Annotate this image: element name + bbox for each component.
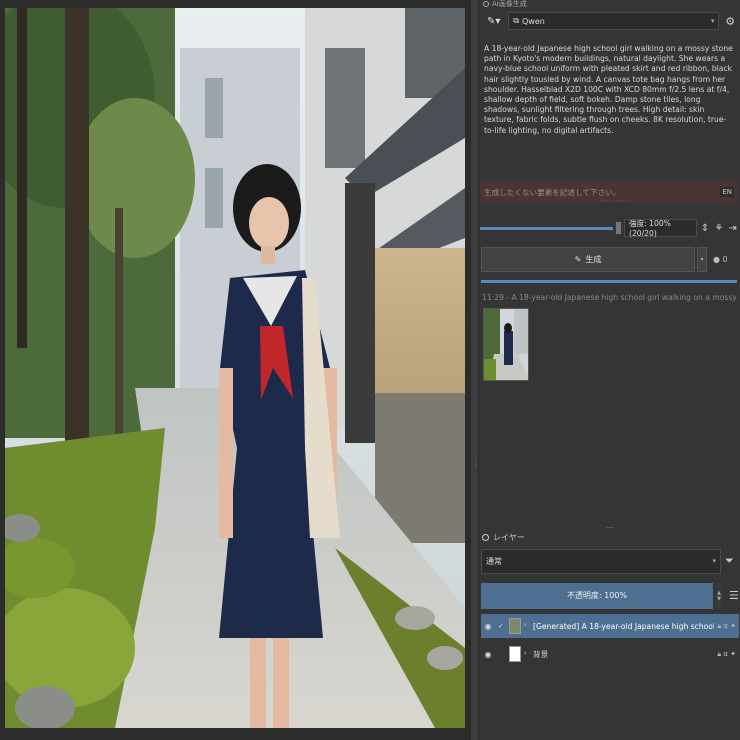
generated-image [5,8,465,728]
model-select-value: Qwen [522,16,545,26]
blend-row: 通常 ▾ ⏷ [481,548,739,574]
history-thumbnail[interactable] [483,308,529,381]
layer-thumbnail [509,646,521,662]
layer-lock-alpha-flags[interactable]: 🔒︎ α ✦ [717,650,739,659]
panel-float-icon[interactable] [482,533,489,541]
layer-row-generated[interactable]: ◉ ✓ ⁵ [Generated] A 18-year-old Japanese… [481,614,739,638]
generate-label: 生成 [585,254,602,264]
generate-options-button[interactable]: ▾ [697,246,707,272]
history-entry-title: 11:29 - A 18-year-old Japanese high scho… [482,293,738,302]
layer-lock-alpha-flags[interactable]: 🔒︎ α ✦ [717,622,739,631]
negative-prompt-placeholder: 生成したくない要素を記述して下さい。 [484,187,621,197]
magic-wand-icon: ✎ [574,254,582,264]
layer-fx-icon: ⁵ [524,650,527,658]
opacity-spin-arrows[interactable]: ▲ ▼ [715,582,723,609]
strength-spinbox[interactable]: 強度: 100% (20/20) [624,219,697,238]
check-icon[interactable]: ✓ [498,622,506,630]
docker-title-text: AI画像生成 [492,0,527,8]
alpha-flag: α [723,621,728,630]
eye-icon[interactable]: ◉ [481,622,495,631]
spin-arrows-icon[interactable]: ⇕ [700,223,711,234]
docker-title: AI画像生成 [483,0,733,8]
layers-docker-title: レイヤー [482,531,525,543]
layer-row-background[interactable]: ◉ ⁵ 背景 🔒︎ α ✦ [481,642,739,666]
queue-count: 0 [722,254,728,264]
dock-splitter[interactable] [470,0,478,740]
resize-grip-icon[interactable]: ········· [600,197,629,205]
blend-mode-select[interactable]: 通常 ▾ [481,548,721,574]
layer-thumbnail [509,618,521,634]
layer-name: 背景 [533,649,549,659]
strength-slider[interactable] [480,226,613,230]
strength-row: 強度: 100% (20/20) ⇕ ⚘ ⇥ [480,218,738,238]
layer-fx-icon: ⁵ [524,622,527,630]
generate-button[interactable]: ✎ 生成 [481,246,695,272]
section-splitter[interactable]: — [606,523,614,532]
strength-slider-handle[interactable] [615,222,621,234]
gear-icon[interactable]: ⚙ [723,15,737,28]
opacity-slider[interactable]: 不透明度: 100% [481,582,713,609]
chevron-down-icon: ▾ [710,17,715,25]
progress-bar [481,280,737,283]
alpha-flag: α [723,649,728,658]
model-icon: ⧉ [513,16,519,25]
style-settings-icon[interactable]: ⚘ [713,223,724,234]
blend-mode-value: 通常 [486,556,502,566]
strength-value: 強度: 100% (20/20) [629,219,671,238]
layer-name: [Generated] A 18-year-old Japanese high … [533,621,715,631]
layers-title-text: レイヤー [493,532,525,542]
model-row: ✎▾ ⧉ Qwen ▾ ⚙ [483,11,737,31]
generate-row: ✎ 生成 ▾ ● 0 [481,246,739,272]
filter-icon[interactable]: ⏷ [725,554,734,568]
expand-icon[interactable]: ⇥ [727,223,738,234]
opacity-row: 不透明度: 100% ▲ ▼ ☰ [481,582,739,609]
opacity-label: 不透明度: 100% [566,591,628,600]
panel-float-icon[interactable] [483,1,489,7]
queue-button[interactable]: ● 0 [713,255,728,264]
hamburger-icon[interactable]: ☰ [729,589,739,602]
prompt-text[interactable]: A 18-year-old Japanese high school girl … [481,42,737,178]
canvas-area[interactable] [0,0,470,740]
chevron-down-icon: ▾ [712,557,716,565]
model-select[interactable]: ⧉ Qwen ▾ [508,12,720,30]
magic-wand-icon[interactable]: ✎▾ [483,12,504,30]
eye-icon[interactable]: ◉ [481,650,495,659]
language-toggle-button[interactable]: EN [720,187,734,197]
